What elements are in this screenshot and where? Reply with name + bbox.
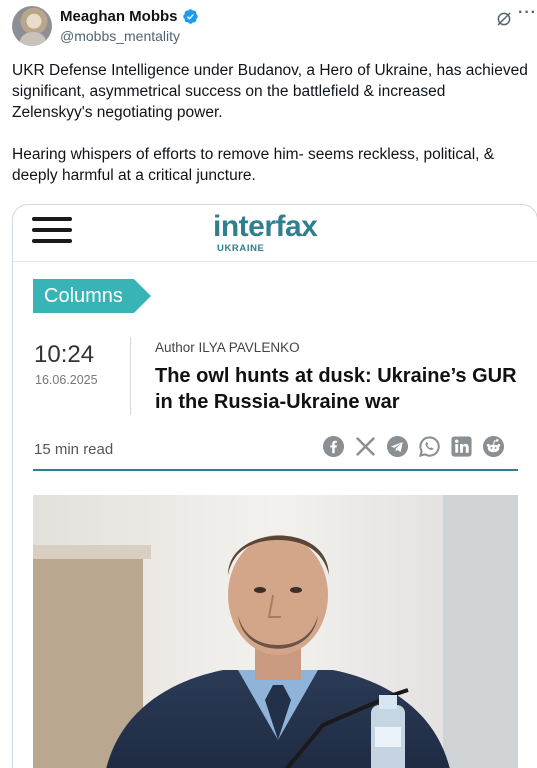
more-icon[interactable]: ··· (518, 4, 537, 22)
logo-main-text: interfax (213, 210, 318, 243)
linkedin-icon (450, 435, 473, 458)
tweet-paragraph-2: Hearing whispers of efforts to remove hi… (12, 146, 495, 184)
author-name[interactable]: Meaghan Mobbs (60, 8, 178, 25)
telegram-icon (386, 435, 409, 458)
teal-divider (33, 469, 518, 471)
avatar[interactable] (12, 6, 52, 46)
author-name-row[interactable]: Meaghan Mobbs (60, 8, 199, 25)
header-divider (13, 261, 537, 262)
publish-time: 10:24 (34, 341, 95, 368)
read-time: 15 min read (34, 441, 114, 458)
hamburger-menu-icon (32, 217, 72, 245)
whatsapp-icon (418, 435, 441, 458)
verified-badge-icon (182, 9, 198, 24)
reddit-icon (482, 435, 505, 458)
article-headline: The owl hunts at dusk: Ukraine’s GUR in … (155, 365, 517, 413)
x-icon (354, 435, 377, 458)
section-badge: Columns (33, 279, 151, 313)
tweet-text: UKR Defense Intelligence under Budanov, … (12, 60, 530, 207)
grok-icon[interactable] (495, 10, 513, 28)
portrait-illustration (33, 495, 518, 768)
logo-sub-text: UKRAINE (217, 243, 265, 254)
media-card[interactable]: interfax UKRAINE Columns 10:24 16.06.202… (12, 204, 537, 768)
facebook-icon (322, 435, 345, 458)
share-icons (322, 435, 505, 458)
article-author: Author ILYA PAVLENKO (155, 340, 300, 355)
meta-divider (130, 337, 131, 415)
author-handle[interactable]: @mobbs_mentality (60, 28, 180, 44)
interfax-logo: interfax UKRAINE (213, 210, 318, 254)
publish-date: 16.06.2025 (35, 373, 98, 387)
article-photo (33, 495, 518, 768)
tweet-paragraph-1: UKR Defense Intelligence under Budanov, … (12, 62, 528, 121)
